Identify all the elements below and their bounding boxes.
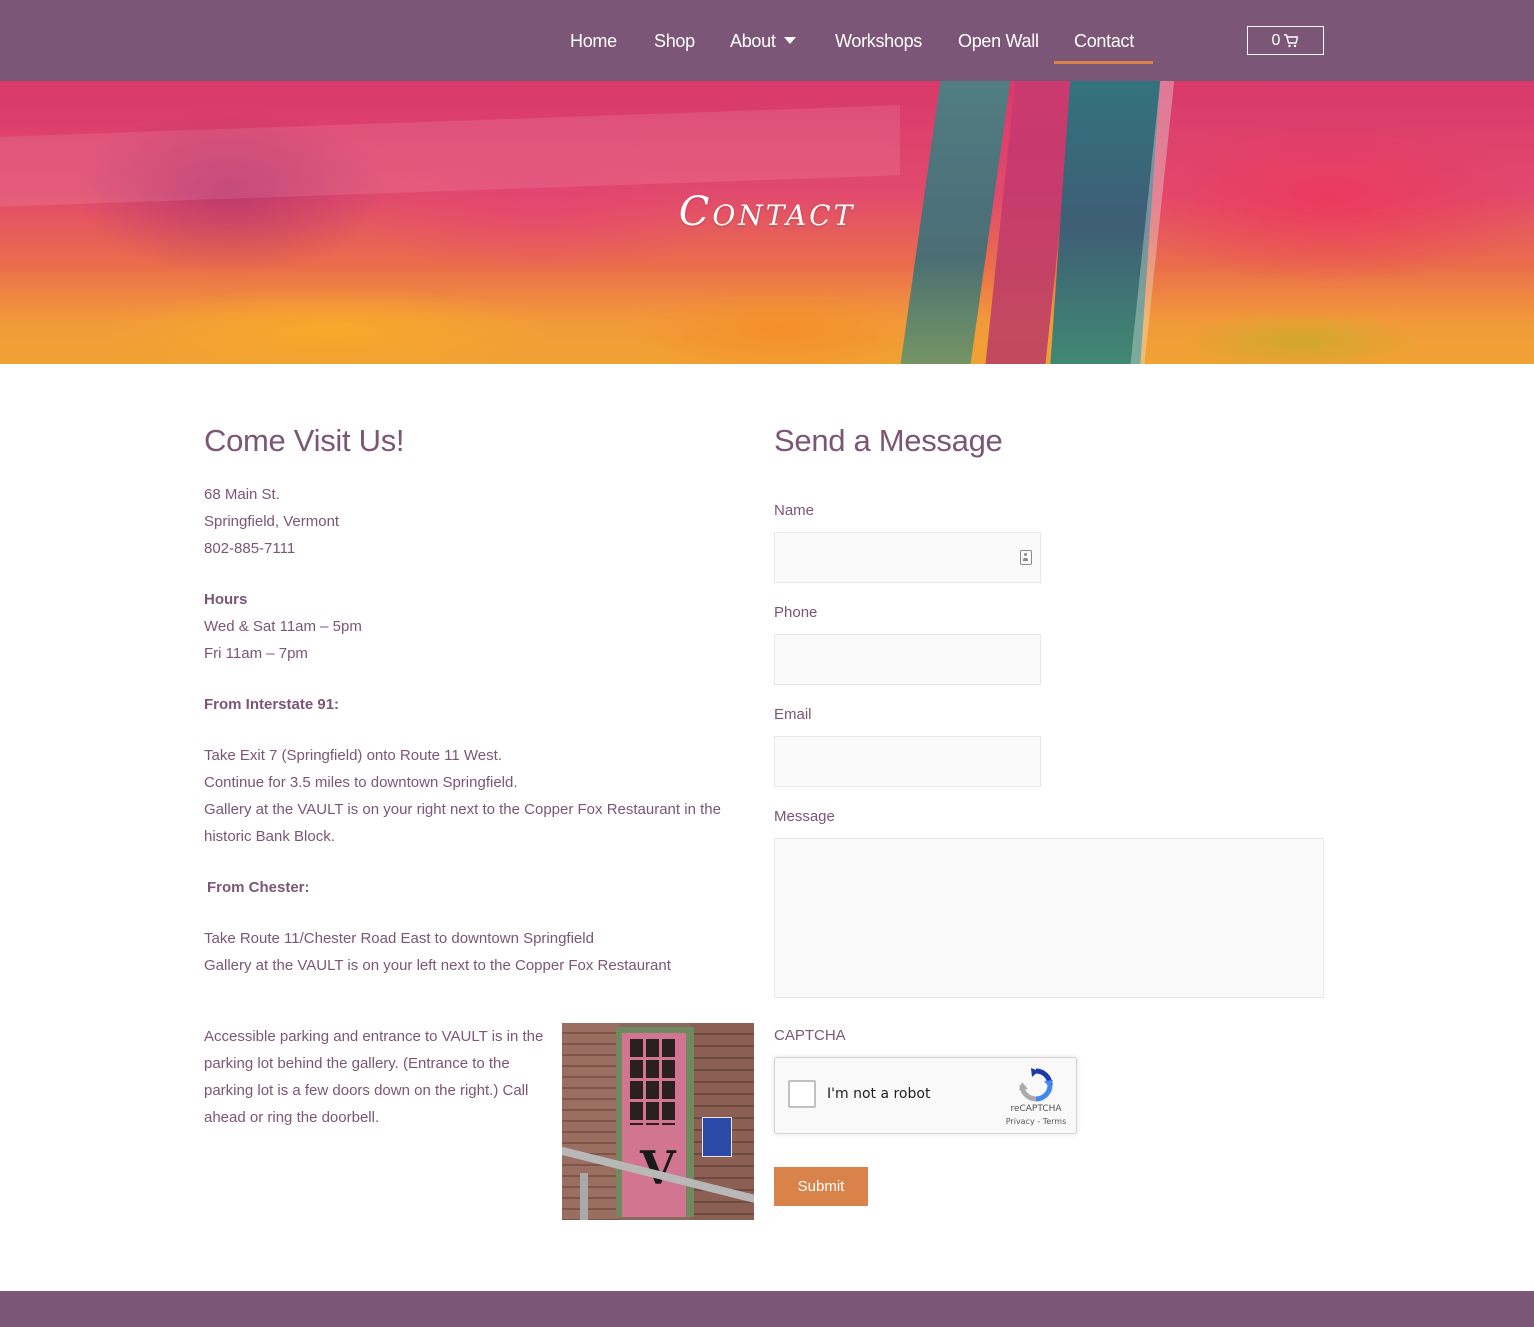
directions-line: Gallery at the VAULT is on your left nex… [204,957,671,974]
directions-line: Gallery at the VAULT is on your right ne… [204,801,721,818]
cart-icon [1284,33,1299,47]
nav-about[interactable]: About [730,29,796,53]
cart-button[interactable]: 0 [1247,26,1324,55]
phone-field[interactable] [774,634,1041,685]
directions-line: Take Route 11/Chester Road East to downt… [204,930,594,947]
accessible-sign [702,1117,732,1157]
recaptcha-widget: I'm not a robot reCAPTCHA Privacy - Term… [774,1057,1077,1134]
directions-line: Continue for 3.5 miles to downtown Sprin… [204,774,518,791]
site-footer [0,1291,1534,1327]
recaptcha-checkbox[interactable] [788,1080,816,1108]
nav-about-label: About [730,31,776,51]
nav-workshops[interactable]: Workshops [835,29,922,53]
parking-line: Accessible parking and entrance to VAULT… [204,1028,544,1045]
door-window [630,1039,676,1125]
name-field[interactable] [774,532,1041,583]
hours-line: Fri 11am – 7pm [204,645,308,662]
parking-line: ahead or ring the doorbell. [204,1109,380,1126]
submit-button[interactable]: Submit [774,1167,868,1206]
recaptcha-icon [1019,1068,1053,1102]
visit-heading: Come Visit Us! [204,423,405,458]
recaptcha-links[interactable]: Privacy - Terms [1003,1117,1069,1126]
parking-line: parking lot behind the gallery. (Entranc… [204,1055,510,1072]
phone-number: 802-885-7111 [204,540,296,557]
phone-label: Phone [774,604,818,621]
directions-line: historic Bank Block. [204,828,335,845]
hours-line: Wed & Sat 11am – 5pm [204,618,362,635]
form-heading: Send a Message [774,423,1003,458]
directions-line: Take Exit 7 (Springfield) onto Route 11 … [204,747,502,764]
email-label: Email [774,706,812,723]
handrail-post [580,1173,588,1220]
recaptcha-brand: reCAPTCHA [1010,1104,1062,1114]
site-header: Home Shop About Workshops Open Wall Cont… [0,0,1534,81]
message-field[interactable] [774,838,1324,998]
nav-shop[interactable]: Shop [654,29,695,53]
address-line: Springfield, Vermont [204,513,340,530]
hero-banner: Contact [0,81,1534,364]
message-label: Message [774,808,835,825]
page-title: Contact [678,189,856,235]
nav-open-wall[interactable]: Open Wall [958,29,1039,53]
nav-home[interactable]: Home [570,29,617,53]
address-line: 68 Main St. [204,486,280,503]
entrance-photo: V [562,1023,754,1220]
directions-i91-heading: From Interstate 91: [204,696,340,713]
contact-card-icon[interactable] [1020,550,1032,565]
captcha-label: CAPTCHA [774,1027,846,1044]
directions-chester-heading: From Chester: [207,879,310,896]
recaptcha-text: I'm not a robot [827,1086,931,1102]
parking-line: parking lot is a few doors down on the r… [204,1082,529,1099]
nav-active-indicator [1054,61,1153,64]
brick-wall [562,1023,620,1220]
email-field[interactable] [774,736,1041,787]
cart-count: 0 [1271,31,1281,49]
nav-contact[interactable]: Contact [1074,29,1134,53]
hours-heading: Hours [204,591,248,608]
chevron-down-icon [783,37,796,44]
name-label: Name [774,502,815,519]
